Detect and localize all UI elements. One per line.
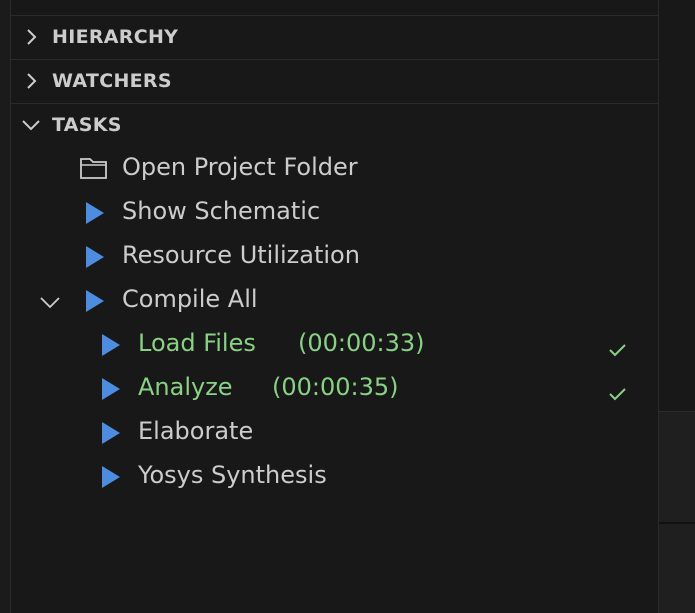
editor-area-edge (659, 0, 695, 613)
play-icon (84, 289, 106, 319)
check-icon (608, 380, 628, 408)
section-title: HIERARCHY (52, 26, 179, 48)
play-icon (100, 421, 122, 451)
task-open-project-folder[interactable]: Open Project Folder (11, 147, 658, 191)
check-icon (608, 336, 628, 364)
task-label: Yosys Synthesis (138, 461, 327, 489)
task-label: Elaborate (138, 417, 254, 445)
task-label: Compile All (122, 285, 258, 313)
task-resource-utilization[interactable]: Resource Utilization (11, 235, 658, 279)
folder-icon (79, 155, 109, 187)
vscode-window: HIERARCHY WATCHERS TASKS Open Project Fo… (0, 0, 695, 613)
play-icon (100, 465, 122, 495)
subtask-load-files[interactable]: Load Files (00:00:33) (11, 323, 658, 367)
play-icon (84, 201, 106, 231)
chevron-right-icon (20, 26, 42, 48)
task-label: Resource Utilization (122, 241, 360, 269)
task-label: Open Project Folder (122, 153, 358, 181)
task-label: Analyze (138, 373, 233, 401)
chevron-down-icon (20, 114, 42, 136)
play-icon (100, 377, 122, 407)
section-header-watchers[interactable]: WATCHERS (11, 59, 658, 102)
task-label: Load Files (138, 329, 256, 357)
chevron-down-icon[interactable] (39, 291, 61, 319)
section-header-tasks[interactable]: TASKS (11, 103, 658, 146)
editor-tab-strip (659, 0, 695, 412)
subtask-analyze[interactable]: Analyze (00:00:35) (11, 367, 658, 411)
section-header-hierarchy[interactable]: HIERARCHY (11, 15, 658, 58)
section-title: WATCHERS (52, 70, 172, 92)
activity-bar-edge (0, 0, 11, 613)
subtask-elaborate[interactable]: Elaborate (11, 411, 658, 455)
task-compile-all[interactable]: Compile All (11, 279, 658, 323)
task-duration: (00:00:33) (298, 329, 425, 357)
task-label: Show Schematic (122, 197, 321, 225)
panel-area (659, 524, 695, 613)
section-title: TASKS (52, 114, 122, 136)
editor-panel (659, 412, 695, 524)
side-bar: HIERARCHY WATCHERS TASKS Open Project Fo… (11, 0, 659, 613)
chevron-right-icon (20, 70, 42, 92)
play-icon (84, 245, 106, 275)
play-icon (100, 333, 122, 363)
task-show-schematic[interactable]: Show Schematic (11, 191, 658, 235)
subtask-yosys-synthesis[interactable]: Yosys Synthesis (11, 455, 658, 499)
task-duration: (00:00:35) (272, 373, 399, 401)
